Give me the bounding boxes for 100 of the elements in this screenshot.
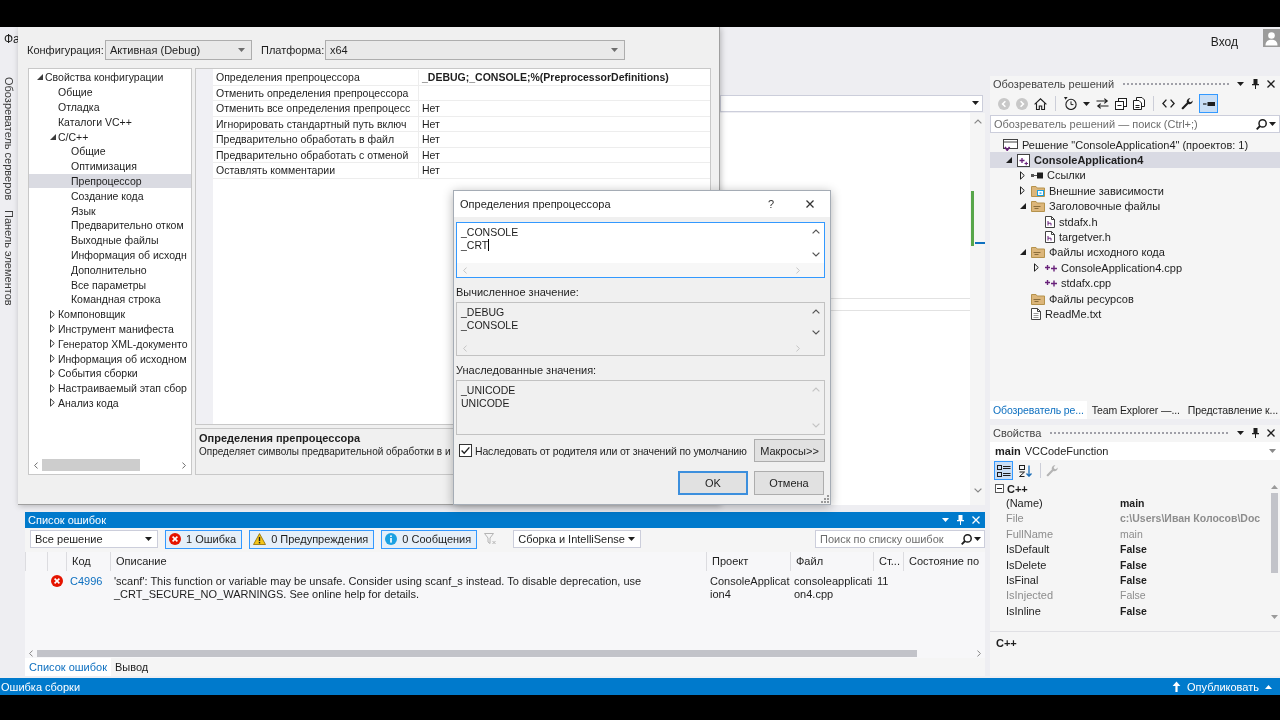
sign-in-link[interactable]: Вход <box>1210 35 1238 49</box>
collapsed-arrow-icon[interactable] <box>50 368 55 378</box>
property-value[interactable]: main <box>1116 496 1269 512</box>
tree-item[interactable]: Оптимизация <box>29 158 191 174</box>
scroll-left-icon[interactable] <box>34 461 38 469</box>
caret-icon[interactable] <box>974 537 981 541</box>
close-icon[interactable] <box>1267 429 1275 437</box>
search-icon[interactable] <box>961 533 972 545</box>
collapsed-arrow-icon[interactable] <box>50 309 55 319</box>
property-value[interactable]: _DEBUG;_CONSOLE;%(PreprocessorDefinitions) <box>419 70 710 86</box>
arrows-icon[interactable] <box>1096 98 1109 109</box>
expanded-arrow-icon[interactable] <box>37 74 43 81</box>
collapsed-arrow-icon[interactable] <box>50 383 55 393</box>
scroll-left-icon[interactable] <box>29 649 33 657</box>
side-tab[interactable]: Панель элементов <box>2 209 16 307</box>
tree-item[interactable]: Предварительно отком <box>29 217 191 233</box>
tree-item[interactable]: Свойства конфигурации <box>29 70 191 85</box>
checkbox[interactable] <box>459 444 472 457</box>
tree-item[interactable]: ConsoleApplication4 <box>990 152 1280 168</box>
tree-item[interactable]: Информация об исходном <box>29 351 191 366</box>
tree-item[interactable]: Командная строка <box>29 291 191 307</box>
filter-button[interactable]: 0 Сообщения <box>381 529 478 549</box>
collapsed-arrow-icon[interactable] <box>1020 186 1025 196</box>
scroll-thumb[interactable] <box>37 649 917 657</box>
panel-tab[interactable]: Team Explorer —... <box>1088 401 1183 419</box>
property-value[interactable]: Нет <box>419 132 710 148</box>
tree-item[interactable]: Файлы исходного кода <box>990 244 1280 261</box>
home-icon[interactable] <box>1034 97 1047 110</box>
scroll-down-icon[interactable] <box>973 488 982 493</box>
collapse-icon[interactable] <box>995 484 1004 493</box>
code-icon[interactable] <box>1162 99 1175 108</box>
collapsed-arrow-icon[interactable] <box>50 339 55 349</box>
tree-item[interactable]: Каталоги VC++ <box>29 114 191 130</box>
definitions-field[interactable]: _CONSOLE _CRT <box>456 222 825 278</box>
tree-item[interactable]: Язык <box>29 203 191 218</box>
resize-grip-icon[interactable] <box>821 495 829 503</box>
collapsed-arrow-icon[interactable] <box>1020 170 1025 180</box>
panel-tab[interactable]: Список ошибок <box>25 658 111 676</box>
tree-item[interactable]: C/C++ <box>29 129 191 144</box>
scroll-right-icon[interactable] <box>977 649 981 657</box>
caret-icon[interactable] <box>1237 82 1244 86</box>
side-tab[interactable]: Обозреватель серверов <box>2 76 16 202</box>
scroll-right-icon[interactable] <box>182 461 186 469</box>
tree-item[interactable]: Файлы ресурсов <box>990 290 1280 307</box>
tree-item[interactable]: Настраиваемый этап сбор <box>29 380 191 396</box>
column-header[interactable]: Описание <box>110 552 706 571</box>
tree-item[interactable]: Ссылки <box>990 167 1280 184</box>
filter-button[interactable]: 0 Предупреждения <box>249 529 375 549</box>
squares-icon[interactable] <box>1115 97 1127 110</box>
column-header[interactable]: Файл <box>790 552 873 571</box>
wrench-icon[interactable] <box>1181 97 1193 110</box>
property-value[interactable]: Нет <box>419 163 710 179</box>
collapsed-arrow-icon[interactable] <box>50 324 55 334</box>
scroll-down-icon[interactable] <box>812 330 820 335</box>
property-value[interactable]: False <box>1116 603 1269 620</box>
vertical-scrollbar[interactable] <box>970 113 985 505</box>
scroll-thumb[interactable] <box>42 459 140 471</box>
caret-icon[interactable] <box>1083 101 1090 106</box>
property-value[interactable]: False <box>1116 542 1269 558</box>
tree-item[interactable]: Выходные файлы <box>29 232 191 248</box>
tree-item[interactable]: Все параметры <box>29 277 191 292</box>
expanded-arrow-icon[interactable] <box>50 133 56 140</box>
tree-item[interactable]: Общие <box>29 144 191 159</box>
column-header[interactable]: Код <box>66 552 110 571</box>
user-icon[interactable] <box>1263 29 1280 47</box>
scroll-up-icon[interactable] <box>973 119 982 124</box>
caret-icon[interactable] <box>1237 431 1244 435</box>
tree-item[interactable]: ReadMe.txt <box>990 306 1280 322</box>
tree-item[interactable]: stdafx.cpp <box>990 275 1280 291</box>
scope-dropdown[interactable]: Все решение <box>30 530 158 548</box>
collapsed-arrow-icon[interactable] <box>50 354 55 364</box>
macros-button[interactable]: Макросы>> <box>754 439 825 462</box>
expanded-arrow-icon[interactable] <box>1006 157 1012 164</box>
property-value[interactable]: Нет <box>419 147 710 163</box>
expanded-arrow-icon[interactable] <box>1020 249 1026 256</box>
search-field[interactable]: Обозреватель решений — поиск (Ctrl+;) <box>990 115 1280 133</box>
filter-button[interactable]: 1 Ошибка <box>165 529 243 549</box>
help-button[interactable]: ? <box>763 194 779 214</box>
pin-icon[interactable] <box>1252 428 1259 438</box>
column-header[interactable]: Проект <box>706 552 790 571</box>
dialog-button[interactable]: Отмена <box>754 471 824 495</box>
collapsed-arrow-icon[interactable] <box>1034 263 1039 273</box>
clock-icon[interactable] <box>1064 97 1077 110</box>
panel-tab[interactable]: Представление к... <box>1184 401 1280 419</box>
tree-item[interactable]: Заголовочные файлы <box>990 198 1280 214</box>
tree-item[interactable]: Решение "ConsoleApplication4" (проектов: 1) <box>990 137 1280 153</box>
caret-icon[interactable] <box>1269 122 1276 126</box>
source-dropdown[interactable]: Сборка и IntelliSense <box>513 530 642 548</box>
tree-item[interactable]: ConsoleApplication4.cpp <box>990 260 1280 276</box>
tree-item[interactable]: Компоновщик <box>29 306 191 322</box>
preview-toggle[interactable] <box>1199 94 1218 113</box>
tree-item[interactable]: targetver.h <box>990 229 1280 245</box>
panel-tab[interactable]: Вывод <box>111 658 153 676</box>
tree-item[interactable]: Общие <box>29 84 191 100</box>
search-field[interactable]: Поиск по списку ошибок <box>815 530 985 548</box>
categorized-button[interactable] <box>994 461 1013 480</box>
dialog-button[interactable]: OK <box>678 471 748 495</box>
scroll-up-icon[interactable] <box>812 309 820 314</box>
property-value[interactable]: False <box>1116 557 1269 573</box>
tree-item[interactable]: События сборки <box>29 365 191 381</box>
